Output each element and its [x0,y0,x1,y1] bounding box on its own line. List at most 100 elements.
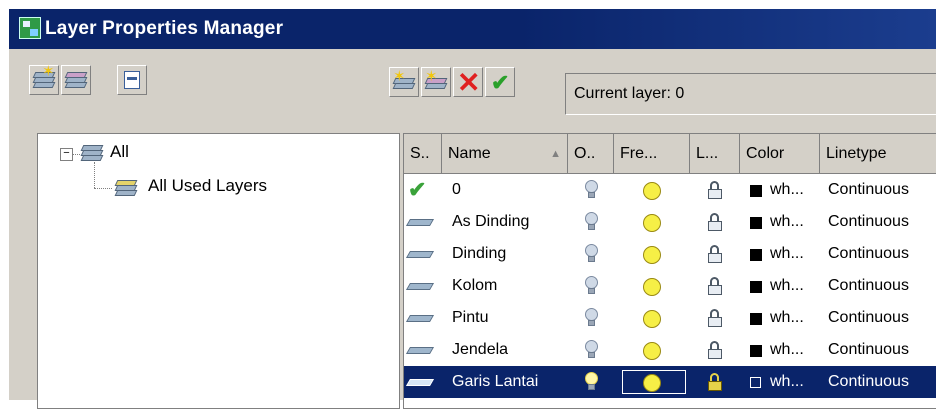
layer-status-icon [408,345,432,355]
on-off-bulb-icon[interactable] [585,180,598,199]
color-swatch[interactable] [750,313,762,325]
layer-row[interactable]: Jendela wh... Continuous [404,334,936,366]
new-group-filter-icon [64,72,88,88]
color-swatch[interactable] [750,185,762,197]
filter-tree-panel[interactable]: − All All Used Layers [37,133,400,409]
freeze-thaw-sun-icon[interactable] [643,342,661,360]
lock-icon[interactable] [708,309,722,327]
new-layer-button[interactable]: ✶ [389,67,419,97]
set-current-icon: ✔ [491,70,510,95]
layer-row[interactable]: Pintu wh... Continuous [404,302,936,334]
layer-linetype[interactable]: Continuous [828,366,909,398]
layer-linetype[interactable]: Continuous [828,238,909,270]
layer-color-name[interactable]: wh... [770,270,804,302]
layer-name[interactable]: Kolom [452,270,497,302]
title-bar[interactable]: Layer Properties Manager [9,9,936,49]
layer-name[interactable]: Pintu [452,302,488,334]
layer-status-icon [408,217,432,227]
column-header-lock[interactable]: L... [690,134,740,174]
on-off-bulb-icon[interactable] [585,372,598,391]
color-swatch[interactable] [750,281,762,293]
color-swatch[interactable] [750,249,762,261]
tree-connector-child [94,188,112,189]
tree-connector-vertical [94,162,95,188]
layer-status-icon [408,249,432,259]
set-current-button[interactable]: ✔ [485,67,515,97]
tree-item-all-used-layers[interactable]: All Used Layers [148,176,267,196]
layer-color-name[interactable]: wh... [770,334,804,366]
layer-color-name[interactable]: wh... [770,302,804,334]
column-header-name[interactable]: Name ▲ [442,134,568,174]
color-swatch[interactable] [750,217,762,229]
layer-name[interactable]: Garis Lantai [452,366,538,398]
column-header-status[interactable]: S.. [404,134,442,174]
tree-item-all[interactable]: All [110,142,129,162]
layer-states-stack-icon [127,77,137,80]
new-property-filter-button[interactable]: ✶ [29,63,59,95]
freeze-thaw-sun-icon[interactable] [643,246,661,264]
lock-icon[interactable] [708,213,722,231]
layer-row[interactable]: Garis Lantai wh... Continuous [404,366,936,398]
layer-name[interactable]: As Dinding [452,206,529,238]
layer-color-name[interactable]: wh... [770,174,804,206]
lock-icon[interactable] [708,373,722,391]
current-layer-display: Current layer: 0 [565,73,936,115]
layer-states-manager-icon [124,71,140,89]
layer-linetype[interactable]: Continuous [828,206,909,238]
column-header-linetype[interactable]: Linetype [820,134,936,174]
layer-linetype[interactable]: Continuous [828,270,909,302]
layer-name[interactable]: Dinding [452,238,506,270]
layer-list-grid[interactable]: S.. Name ▲ O.. Fre... L... Color Linetyp… [403,133,936,409]
freeze-thaw-sun-icon[interactable] [643,310,661,328]
layer-manager-app-icon [19,17,41,39]
lock-icon[interactable] [708,181,722,199]
freeze-thaw-sun-icon[interactable] [643,182,661,200]
color-swatch[interactable] [750,377,761,388]
layer-properties-manager-window: Layer Properties Manager ✶ ✶ ✶ ✕ ✔ Curre… [8,8,936,409]
lock-icon[interactable] [708,277,722,295]
lock-icon[interactable] [708,245,722,263]
delete-layer-button[interactable]: ✕ [453,67,483,97]
layer-row[interactable]: Kolom wh... Continuous [404,270,936,302]
delete-layer-icon: ✕ [457,67,481,98]
new-layer-vp-frozen-button[interactable]: ✶ [421,67,451,97]
window-title: Layer Properties Manager [45,18,284,39]
on-off-bulb-icon[interactable] [585,308,598,327]
new-group-filter-button[interactable] [61,65,91,95]
on-off-bulb-icon[interactable] [585,244,598,263]
sort-ascending-icon: ▲ [550,148,561,160]
layer-color-name[interactable]: wh... [770,238,804,270]
column-header-on[interactable]: O.. [568,134,614,174]
layer-color-name[interactable]: wh... [770,366,804,398]
layer-row[interactable]: ✔ 0 wh... Continuous [404,174,936,206]
freeze-thaw-sun-icon[interactable] [643,374,661,392]
layer-name[interactable]: 0 [452,174,461,206]
grid-header: S.. Name ▲ O.. Fre... L... Color Linetyp… [404,134,936,174]
on-off-bulb-icon[interactable] [585,340,598,359]
on-off-bulb-icon[interactable] [585,276,598,295]
layer-linetype[interactable]: Continuous [828,174,909,206]
layer-states-manager-button[interactable] [117,65,147,95]
freeze-thaw-sun-icon[interactable] [643,214,661,232]
layer-status-icon [408,281,432,291]
layer-row[interactable]: As Dinding wh... Continuous [404,206,936,238]
column-header-freeze[interactable]: Fre... [614,134,690,174]
layer-status-icon [408,313,432,323]
all-filter-icon [80,145,106,161]
color-swatch[interactable] [750,345,762,357]
current-layer-check-icon: ✔ [408,177,427,202]
column-header-color[interactable]: Color [740,134,820,174]
on-off-bulb-icon[interactable] [585,212,598,231]
freeze-thaw-sun-icon[interactable] [643,278,661,296]
layer-linetype[interactable]: Continuous [828,302,909,334]
layer-color-name[interactable]: wh... [770,206,804,238]
layer-linetype[interactable]: Continuous [828,334,909,366]
sparkle-icon: ✶ [42,63,55,80]
used-layers-filter-icon [114,178,140,196]
layer-row[interactable]: Dinding wh... Continuous [404,238,936,270]
column-header-name-label: Name [448,145,491,162]
tree-connector [72,154,80,155]
layer-name[interactable]: Jendela [452,334,508,366]
lock-icon[interactable] [708,341,722,359]
layer-status-icon [408,377,432,387]
